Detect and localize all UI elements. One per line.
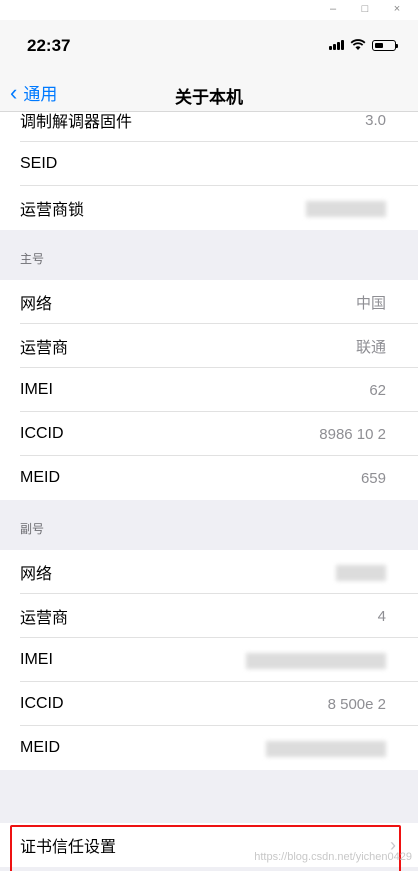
row-value: 3.0 <box>365 112 386 129</box>
status-bar: 22:37 <box>0 20 418 72</box>
row-value: 659 <box>360 469 386 487</box>
section-header-primary: 主号 <box>20 252 45 266</box>
secondary-section: 网络 运营商 4 IMEI ICCID 8 500e 2 MEID <box>0 550 418 770</box>
list-item-seid[interactable]: SEID <box>0 142 418 186</box>
maximize-button[interactable]: □ <box>354 2 376 16</box>
row-value: 中国 <box>355 294 386 312</box>
row-value-redacted <box>306 199 386 217</box>
status-time: 22:37 <box>27 36 71 55</box>
navigation-bar: ‹ 通用 关于本机 <box>0 72 418 112</box>
list-item-iccid: ICCID 8986 10 2 <box>0 412 418 456</box>
row-label: IMEI <box>20 651 53 668</box>
list-item-carrier-lock: 运营商锁 <box>0 186 418 230</box>
list-item-meid: MEID <box>0 726 418 770</box>
section-header-secondary: 副号 <box>20 522 45 536</box>
about-list[interactable]: 调制解调器固件 3.0 SEID 运营商锁 主号 网络 中国 运营商 联通 IM… <box>0 112 418 871</box>
top-section: 调制解调器固件 3.0 SEID 运营商锁 <box>0 112 418 230</box>
minimize-button[interactable]: – <box>322 2 344 16</box>
row-label: 运营商 <box>20 610 69 627</box>
list-item-network: 网络 中国 <box>0 280 418 324</box>
row-label: 网络 <box>20 566 53 583</box>
row-label: 运营商锁 <box>20 202 85 219</box>
row-value: 62 <box>369 381 386 399</box>
page-title: 关于本机 <box>175 88 243 107</box>
row-label: MEID <box>20 469 60 486</box>
row-value-redacted <box>246 651 386 669</box>
list-item-modem: 调制解调器固件 3.0 <box>0 112 418 142</box>
signal-icon <box>329 40 344 50</box>
list-item-imei: IMEI 62 <box>0 368 418 412</box>
row-label: 网络 <box>20 296 53 313</box>
row-value-redacted <box>266 739 386 757</box>
row-label: ICCID <box>20 425 64 442</box>
row-label: 调制解调器固件 <box>20 114 133 131</box>
battery-icon <box>372 39 398 51</box>
primary-section: 网络 中国 运营商 联通 IMEI 62 ICCID 8986 10 2 MEI… <box>0 280 418 500</box>
list-item-meid: MEID 659 <box>0 456 418 500</box>
list-item-iccid: ICCID 8 500e 2 <box>0 682 418 726</box>
row-value: 8 500e 2 <box>327 695 386 713</box>
row-label: 运营商 <box>20 340 69 357</box>
row-value-redacted <box>336 563 386 581</box>
row-label: IMEI <box>20 381 53 398</box>
wifi-icon <box>350 39 366 50</box>
watermark: https://blog.csdn.net/yichen0429 <box>254 851 412 863</box>
list-item-carrier: 运营商 联通 <box>0 324 418 368</box>
list-item-network: 网络 <box>0 550 418 594</box>
list-item-imei: IMEI <box>0 638 418 682</box>
row-label: SEID <box>20 155 58 172</box>
list-item-carrier: 运营商 4 <box>0 594 418 638</box>
row-value: 联通 <box>355 338 386 356</box>
row-label: MEID <box>20 739 60 756</box>
row-label: ICCID <box>20 695 64 712</box>
row-value: 4 <box>377 607 386 625</box>
status-icons <box>329 39 398 51</box>
window-chrome: – □ × <box>0 0 418 20</box>
red-highlight-box <box>10 825 401 871</box>
row-value: 8986 10 2 <box>319 425 386 443</box>
close-button[interactable]: × <box>386 2 408 16</box>
